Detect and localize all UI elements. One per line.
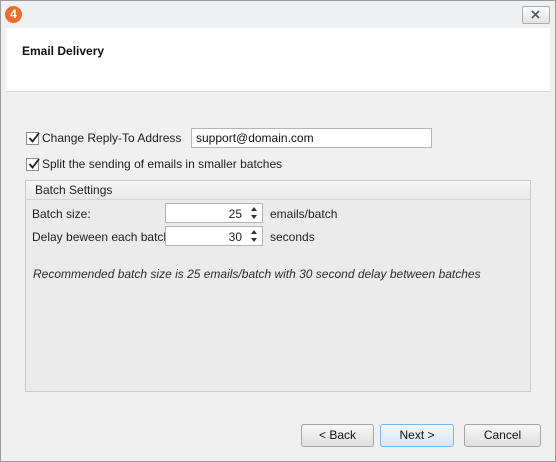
batch-settings-group: Batch Settings Batch size: 25 emails/bat… [25,180,531,392]
change-reply-to-checkbox[interactable] [26,131,40,145]
spin-down-icon[interactable] [249,213,259,221]
spin-down-icon[interactable] [249,236,259,244]
delay-value[interactable]: 30 [229,230,242,244]
checkmark-icon [28,131,40,143]
split-batches-row: Split the sending of emails in smaller b… [26,156,282,172]
delay-label: Delay beween each batch: [32,230,174,244]
close-button[interactable] [522,6,550,24]
batch-settings-title: Batch Settings [35,183,113,197]
dialog-window: 4 Email Delivery Change Reply-To Address [0,0,556,462]
close-icon [531,10,540,19]
wizard-header: Email Delivery [6,28,550,91]
back-button[interactable]: < Back [301,424,374,447]
batch-size-value[interactable]: 25 [229,207,242,221]
split-batches-checkbox[interactable] [26,157,40,171]
reply-to-address-input[interactable] [191,128,432,148]
batch-recommendation-text: Recommended batch size is 25 emails/batc… [33,267,481,281]
batch-size-unit: emails/batch [270,207,338,221]
title-bar: 4 [1,1,555,28]
split-batches-label[interactable]: Split the sending of emails in smaller b… [42,157,282,171]
delay-unit: seconds [270,230,315,244]
app-logo-icon: 4 [5,6,22,23]
batch-settings-header: Batch Settings [26,181,530,200]
next-button[interactable]: Next > [380,424,454,447]
checkmark-icon [28,157,40,169]
spin-up-icon[interactable] [249,205,259,213]
cancel-button[interactable]: Cancel [464,424,541,447]
spin-up-icon[interactable] [249,228,259,236]
batch-size-label: Batch size: [32,207,91,221]
change-reply-to-label[interactable]: Change Reply-To Address [42,131,181,145]
change-reply-to-row: Change Reply-To Address [26,130,181,146]
wizard-content: Change Reply-To Address Split the sendin… [6,91,550,412]
delay-spinner[interactable]: 30 [165,226,263,246]
page-title: Email Delivery [22,44,105,58]
batch-size-spinner[interactable]: 25 [165,203,263,223]
